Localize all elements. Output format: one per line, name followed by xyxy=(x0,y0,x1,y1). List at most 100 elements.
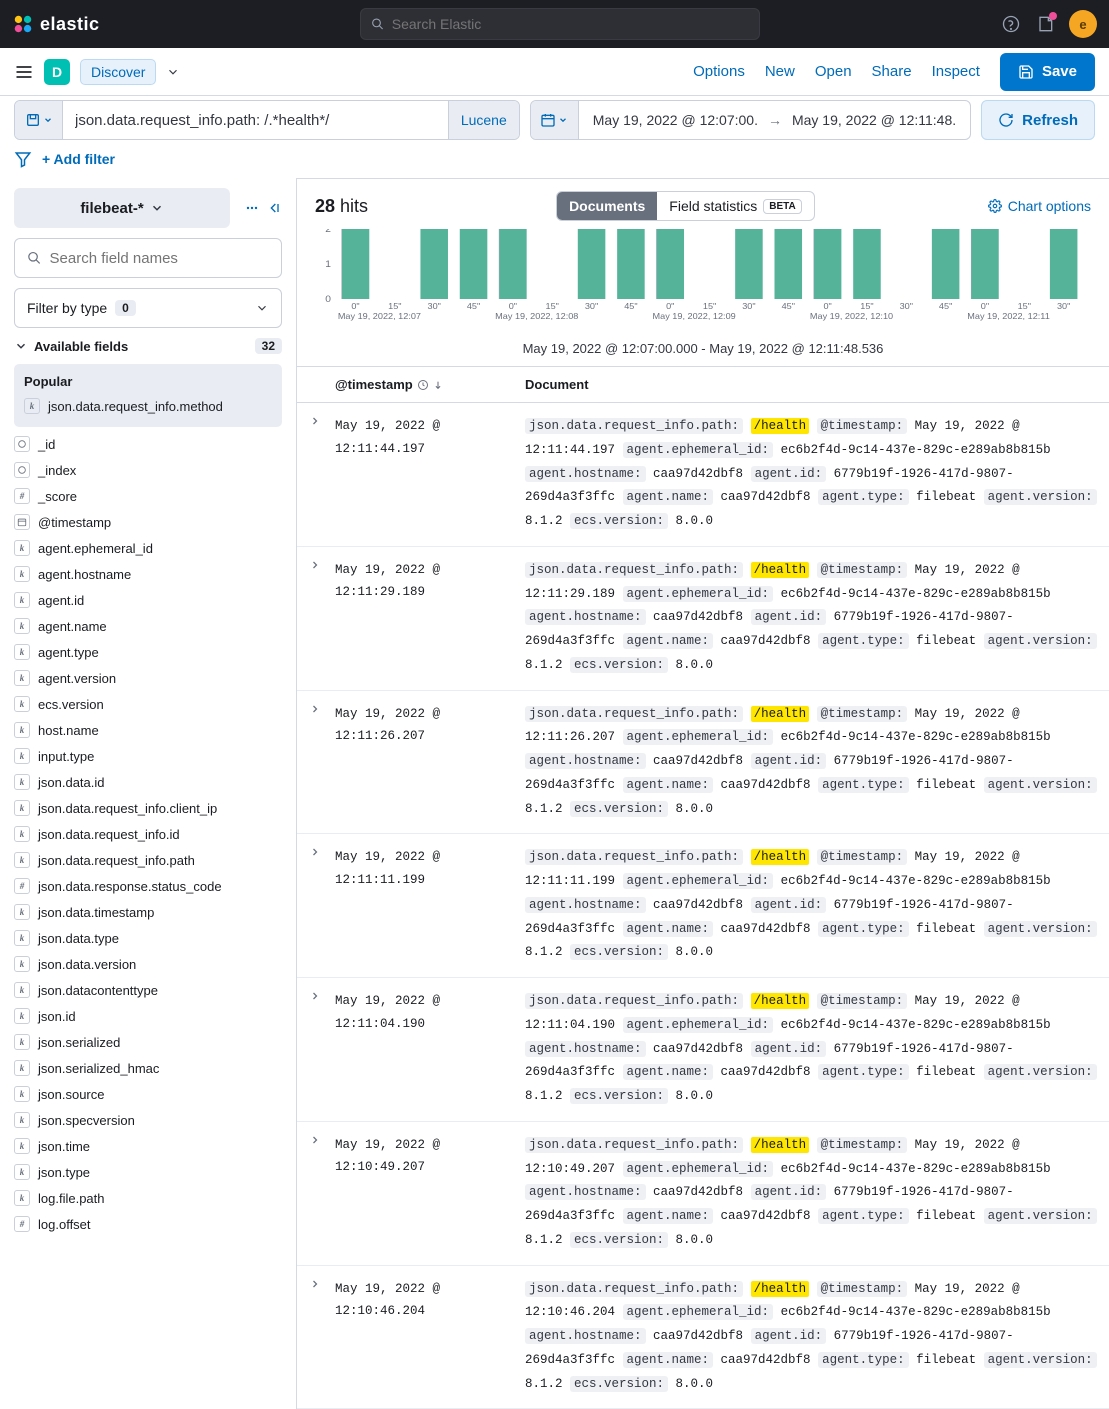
field-item[interactable]: kagent.type xyxy=(14,639,282,665)
field-item[interactable]: kjson.time xyxy=(14,1133,282,1159)
svg-text:30": 30" xyxy=(428,302,441,311)
sort-desc-icon[interactable] xyxy=(433,380,443,390)
expand-row[interactable] xyxy=(309,1134,335,1253)
expand-row[interactable] xyxy=(309,415,335,534)
date-quick-button[interactable] xyxy=(531,101,579,139)
field-item[interactable]: kjson.id xyxy=(14,1003,282,1029)
field-name: agent.id xyxy=(38,593,84,608)
expand-row[interactable] xyxy=(309,559,335,678)
field-item[interactable]: kjson.datacontenttype xyxy=(14,977,282,1003)
global-search[interactable] xyxy=(360,8,760,40)
filter-by-type[interactable]: Filter by type 0 xyxy=(14,288,282,328)
field-item[interactable]: #json.data.response.status_code xyxy=(14,873,282,899)
elastic-icon xyxy=(12,13,34,35)
keyword-icon: k xyxy=(14,618,30,634)
date-range[interactable]: May 19, 2022 @ 12:07:00. → May 19, 2022 … xyxy=(579,101,970,139)
field-item[interactable]: #log.offset xyxy=(14,1211,282,1237)
app-name-chip[interactable]: Discover xyxy=(80,59,156,85)
field-item[interactable]: kjson.data.request_info.method xyxy=(24,393,272,419)
svg-text:0": 0" xyxy=(666,302,674,311)
field-item[interactable]: kjson.data.request_info.id xyxy=(14,821,282,847)
user-avatar[interactable]: e xyxy=(1069,10,1097,38)
field-item[interactable]: @timestamp xyxy=(14,509,282,535)
query-syntax-toggle[interactable]: Lucene xyxy=(448,101,519,139)
field-item[interactable]: _id xyxy=(14,431,282,457)
save-button[interactable]: Save xyxy=(1000,53,1095,91)
expand-row[interactable] xyxy=(309,1278,335,1397)
global-search-input[interactable] xyxy=(392,16,749,32)
chart-options[interactable]: Chart options xyxy=(988,198,1091,214)
menu-icon[interactable] xyxy=(14,62,34,82)
field-item[interactable]: kagent.name xyxy=(14,613,282,639)
field-item[interactable]: kjson.data.id xyxy=(14,769,282,795)
keyword-icon: k xyxy=(24,398,40,414)
keyword-icon: k xyxy=(14,1086,30,1102)
field-item[interactable]: #_score xyxy=(14,483,282,509)
field-item[interactable]: khost.name xyxy=(14,717,282,743)
field-item[interactable]: kjson.data.type xyxy=(14,925,282,951)
options-link[interactable]: Options xyxy=(693,63,745,80)
open-link[interactable]: Open xyxy=(815,63,852,80)
expand-row[interactable] xyxy=(309,703,335,822)
field-item[interactable]: kjson.serialized_hmac xyxy=(14,1055,282,1081)
field-item[interactable]: kagent.ephemeral_id xyxy=(14,535,282,561)
chevron-right-icon xyxy=(309,415,321,427)
date-from: May 19, 2022 @ 12:07:00. xyxy=(593,112,758,128)
document-cell: json.data.request_info.path: /health @ti… xyxy=(525,990,1097,1109)
svg-text:30": 30" xyxy=(585,302,598,311)
expand-row[interactable] xyxy=(309,990,335,1109)
field-item[interactable]: kjson.data.version xyxy=(14,951,282,977)
query-input[interactable] xyxy=(63,101,448,139)
available-fields-header[interactable]: Available fields 32 xyxy=(14,328,282,360)
svg-text:30": 30" xyxy=(900,302,913,311)
field-name: log.file.path xyxy=(38,1191,105,1206)
field-name: json.data.request_info.id xyxy=(38,827,180,842)
clock-icon xyxy=(417,379,429,391)
histogram[interactable]: 0120"15"30"45"0"15"30"45"0"15"30"45"0"15… xyxy=(297,229,1109,366)
index-pattern-selector[interactable]: filebeat-* xyxy=(14,188,230,228)
field-item[interactable]: kjson.type xyxy=(14,1159,282,1185)
field-item[interactable]: kagent.hostname xyxy=(14,561,282,587)
field-item[interactable]: kjson.data.timestamp xyxy=(14,899,282,925)
filters-icon[interactable] xyxy=(14,150,32,168)
gear-icon xyxy=(988,199,1002,213)
inspect-link[interactable]: Inspect xyxy=(932,63,980,80)
column-timestamp[interactable]: @timestamp xyxy=(335,377,525,392)
field-item[interactable]: kjson.data.request_info.client_ip xyxy=(14,795,282,821)
field-item[interactable]: kecs.version xyxy=(14,691,282,717)
help-icon[interactable] xyxy=(1001,14,1021,34)
field-item[interactable]: kjson.serialized xyxy=(14,1029,282,1055)
document-cell: json.data.request_info.path: /health @ti… xyxy=(525,703,1097,822)
field-item[interactable]: kagent.version xyxy=(14,665,282,691)
field-item[interactable]: kjson.specversion xyxy=(14,1107,282,1133)
field-item[interactable]: kagent.id xyxy=(14,587,282,613)
chevron-right-icon xyxy=(309,990,321,1002)
add-filter-button[interactable]: + Add filter xyxy=(42,151,115,167)
collapse-icon[interactable] xyxy=(266,200,282,216)
refresh-button[interactable]: Refresh xyxy=(981,100,1095,140)
expand-row[interactable] xyxy=(309,846,335,965)
field-item[interactable]: klog.file.path xyxy=(14,1185,282,1211)
document-cell: json.data.request_info.path: /health @ti… xyxy=(525,1278,1097,1397)
new-link[interactable]: New xyxy=(765,63,795,80)
field-item[interactable]: kinput.type xyxy=(14,743,282,769)
keyword-icon: k xyxy=(14,982,30,998)
svg-text:0: 0 xyxy=(325,295,331,305)
brand-logo[interactable]: elastic xyxy=(12,13,100,35)
field-search-input[interactable] xyxy=(50,250,269,267)
field-name: json.source xyxy=(38,1087,104,1102)
saved-query-button[interactable] xyxy=(15,101,63,139)
field-search[interactable] xyxy=(14,238,282,278)
field-stats-tab[interactable]: Field statistics BETA xyxy=(657,192,813,220)
column-document[interactable]: Document xyxy=(525,377,1097,392)
field-item[interactable]: _index xyxy=(14,457,282,483)
field-item[interactable]: k json.source xyxy=(14,1081,282,1107)
news-icon-wrap[interactable] xyxy=(1035,14,1055,34)
chevron-down-icon[interactable] xyxy=(166,65,180,79)
share-link[interactable]: Share xyxy=(872,63,912,80)
documents-tab[interactable]: Documents xyxy=(557,192,657,220)
chevron-right-icon xyxy=(309,703,321,715)
dots-icon[interactable] xyxy=(244,200,260,216)
timestamp-cell: May 19, 2022 @ 12:11:29.189 xyxy=(335,559,525,678)
field-item[interactable]: kjson.data.request_info.path xyxy=(14,847,282,873)
